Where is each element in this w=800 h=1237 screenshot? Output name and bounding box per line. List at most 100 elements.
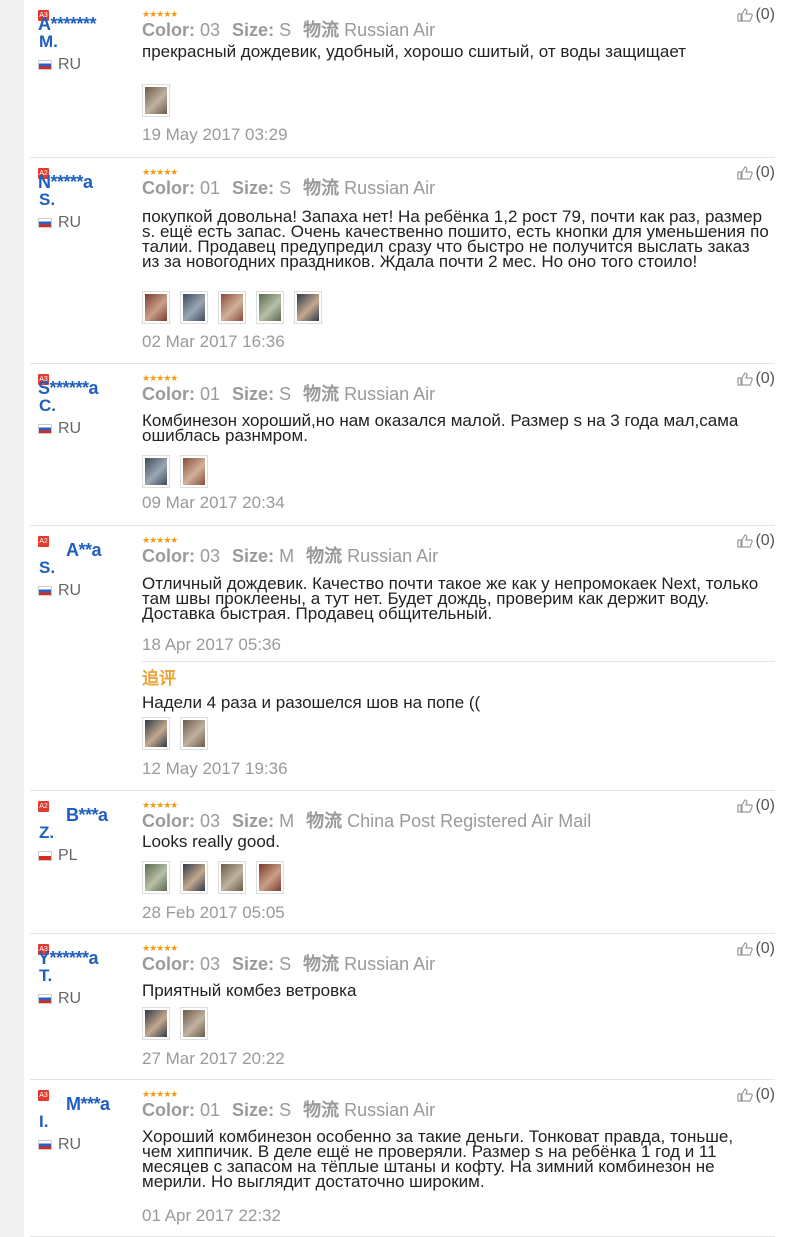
thumbs-up-icon xyxy=(737,1088,754,1102)
order-attributes: Color: 03 Size: M 物流 China Post Registered… xyxy=(142,810,591,832)
additional-feedback-label: 追评 xyxy=(142,669,176,688)
country-code: RU xyxy=(58,990,82,1007)
page-left-rail xyxy=(0,0,24,1237)
star-rating: ★★★★★ xyxy=(142,167,178,177)
review-date: 18 Apr 2017 05:36 xyxy=(142,635,281,654)
review-item: A3 A******* M. RU ★★★★★ Color: 03 Size: S 物流 Ru… xyxy=(30,0,775,158)
buyer-country: PL xyxy=(38,847,78,865)
review-photo-thumbnail[interactable] xyxy=(180,291,208,324)
buyer-country: RU xyxy=(38,214,81,232)
buyer-country: RU xyxy=(38,582,81,600)
review-photo-thumbnail[interactable] xyxy=(142,455,170,488)
size-label: Size: xyxy=(232,384,275,404)
review-photo-thumbnail[interactable] xyxy=(180,717,208,750)
buyer-level-badge: A3 xyxy=(38,1090,49,1101)
thumbs-up-icon xyxy=(737,799,754,813)
size-label: Size: xyxy=(232,178,275,198)
helpful-count: (0) xyxy=(755,940,775,957)
logistics-label: 物流 xyxy=(303,178,340,198)
thumbs-up-icon xyxy=(737,372,754,386)
review-text: Хороший комбинезон особенно за такие ден… xyxy=(142,1127,734,1191)
color-label: Color: xyxy=(142,1100,195,1120)
shipping-method: China Post Registered Air Mail xyxy=(347,811,592,831)
country-flag-icon xyxy=(38,217,52,228)
review-photo-thumbnail[interactable] xyxy=(142,861,170,894)
country-flag-icon xyxy=(38,585,52,596)
buyer-name[interactable]: S******a xyxy=(38,379,99,397)
order-attributes: Color: 03 Size: S 物流 Russian Air xyxy=(142,953,435,975)
country-flag-icon xyxy=(38,993,52,1004)
buyer-level-badge: A2 xyxy=(38,536,49,547)
buyer-country: RU xyxy=(38,420,81,438)
helpful-count: (0) xyxy=(755,370,775,387)
review-photo-thumbnail[interactable] xyxy=(218,861,246,894)
helpful-button[interactable]: (0) xyxy=(737,532,775,550)
review-item: A3 Y******a T. RU ★★★★★ Color: 03 Size: S 物流 Ru… xyxy=(30,934,775,1080)
color-label: Color: xyxy=(142,178,195,198)
buyer-name[interactable]: N*****a xyxy=(38,173,93,191)
country-code: RU xyxy=(58,214,82,231)
logistics-label: 物流 xyxy=(303,20,340,40)
review-item: A3 M***a I. RU ★★★★★ Color: 01 Size: S 物流 Russi… xyxy=(30,1080,775,1237)
review-photo-thumbnail[interactable] xyxy=(294,291,322,324)
helpful-button[interactable]: (0) xyxy=(737,940,775,958)
thumbs-up-icon xyxy=(737,534,754,548)
buyer-country: RU xyxy=(38,1136,81,1154)
helpful-button[interactable]: (0) xyxy=(737,797,775,815)
review-photo-thumbnail[interactable] xyxy=(256,861,284,894)
review-photo-thumbnail[interactable] xyxy=(218,291,246,324)
order-attributes: Color: 01 Size: S 物流 Russian Air xyxy=(142,177,435,199)
color-label: Color: xyxy=(142,954,195,974)
review-item: A2 A**a S. RU ★★★★★ Color: 03 Size: M 物流 Russia… xyxy=(30,526,775,791)
color-value: 03 xyxy=(200,954,221,974)
buyer-name[interactable]: A******* xyxy=(38,15,97,33)
review-photo-thumbnail[interactable] xyxy=(142,291,170,324)
review-date: 28 Feb 2017 05:05 xyxy=(142,903,285,922)
review-photo-thumbnail[interactable] xyxy=(256,291,284,324)
order-attributes: Color: 03 Size: M 物流 Russian Air xyxy=(142,545,438,567)
logistics-label: 物流 xyxy=(306,546,343,566)
buyer-name[interactable]: M***a xyxy=(66,1095,110,1113)
star-rating: ★★★★★ xyxy=(142,535,178,545)
size-value: S xyxy=(279,1100,292,1120)
additional-feedback-text: Надели 4 раза и разошелся шов на попе (( xyxy=(142,693,481,712)
photo-gallery xyxy=(142,1007,208,1040)
buyer-name[interactable]: B***a xyxy=(66,806,108,824)
buyer-initial: Z. xyxy=(39,823,55,842)
review-photo-thumbnail[interactable] xyxy=(180,455,208,488)
country-flag-icon xyxy=(38,850,52,861)
helpful-button[interactable]: (0) xyxy=(737,370,775,388)
logistics-label: 物流 xyxy=(306,811,343,831)
size-label: Size: xyxy=(232,811,275,831)
country-code: RU xyxy=(58,1136,82,1153)
photo-gallery xyxy=(142,861,284,894)
buyer-country: RU xyxy=(38,990,81,1008)
helpful-button[interactable]: (0) xyxy=(737,1086,775,1104)
buyer-initial: M. xyxy=(39,32,58,51)
review-photo-thumbnail[interactable] xyxy=(142,717,170,750)
country-code: RU xyxy=(58,582,82,599)
photo-gallery xyxy=(142,455,208,488)
buyer-name[interactable]: A**a xyxy=(66,541,102,559)
size-value: S xyxy=(279,178,292,198)
helpful-button[interactable]: (0) xyxy=(737,164,775,182)
review-photo-thumbnail[interactable] xyxy=(180,861,208,894)
review-photo-thumbnail[interactable] xyxy=(142,84,170,117)
country-code: RU xyxy=(58,420,82,437)
helpful-button[interactable]: (0) xyxy=(737,6,775,24)
country-code: PL xyxy=(58,847,78,864)
helpful-count: (0) xyxy=(755,532,775,549)
thumbs-up-icon xyxy=(737,8,754,22)
size-value: M xyxy=(279,546,295,566)
shipping-method: Russian Air xyxy=(344,178,436,198)
additional-feedback-divider xyxy=(142,661,775,662)
buyer-name[interactable]: Y******a xyxy=(38,949,99,967)
photo-gallery xyxy=(142,717,208,750)
shipping-method: Russian Air xyxy=(347,546,439,566)
review-photo-thumbnail[interactable] xyxy=(180,1007,208,1040)
review-photo-thumbnail[interactable] xyxy=(142,1007,170,1040)
size-value: M xyxy=(279,811,295,831)
star-rating: ★★★★★ xyxy=(142,1089,178,1099)
review-date: 19 May 2017 03:29 xyxy=(142,125,288,144)
buyer-level-badge: A2 xyxy=(38,801,49,812)
